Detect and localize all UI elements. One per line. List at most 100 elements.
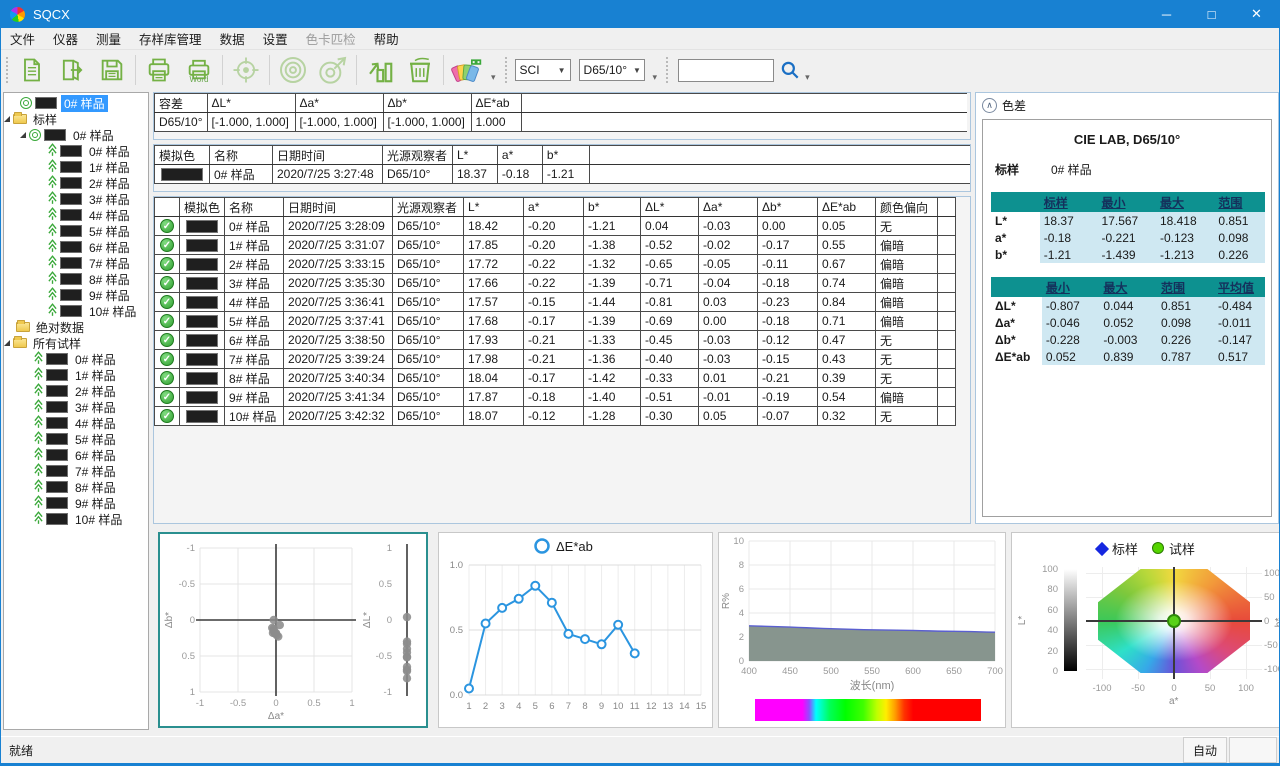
calibration-button[interactable] xyxy=(226,51,266,89)
tree-item[interactable]: 1# 样品 xyxy=(4,159,148,175)
chart-lab-gamut[interactable]: 标样试样100806040200L*100500-50-100-100-5005… xyxy=(1011,532,1280,728)
tree-item[interactable]: 8# 样品 xyxy=(4,271,148,287)
column-header[interactable]: b* xyxy=(584,198,641,217)
table-row[interactable]: ✓2# 样品2020/7/25 3:33:15D65/10°17.72-0.22… xyxy=(155,255,956,274)
table-row[interactable]: 模拟色名称日期时间光源观察者L*a*b* xyxy=(155,146,971,165)
table-row[interactable]: ✓6# 样品2020/7/25 3:38:50D65/10°17.93-0.21… xyxy=(155,331,956,350)
tree-item[interactable]: 5# 样品 xyxy=(4,431,148,447)
menu-item[interactable]: 测量 xyxy=(87,26,130,51)
save-button[interactable] xyxy=(92,51,132,89)
table-row[interactable]: 模拟色名称日期时间光源观察者L*a*b*ΔL*Δa*Δb*ΔE*ab颜色偏向 xyxy=(155,198,956,217)
table-row[interactable]: ✓8# 样品2020/7/25 3:40:34D65/10°18.04-0.17… xyxy=(155,369,956,388)
tree-item[interactable]: 0# 样品 xyxy=(4,143,148,159)
column-header[interactable]: Δa* xyxy=(699,198,758,217)
sample-value: -1.38 xyxy=(584,236,641,255)
tree-item[interactable]: 7# 样品 xyxy=(4,255,148,271)
tree-item[interactable]: 4# 样品 xyxy=(4,207,148,223)
chart-scatter-panel[interactable]: -11-0.50.5000.5-0.51-1Δa*Δb*10.50-0.5-1Δ… xyxy=(158,532,428,728)
tree-item[interactable]: 10# 样品 xyxy=(4,511,148,527)
tree-item[interactable]: 5# 样品 xyxy=(4,223,148,239)
tree-item[interactable]: 所有试样 xyxy=(4,335,148,351)
new-document-button[interactable] xyxy=(12,51,52,89)
tree-item[interactable]: 1# 样品 xyxy=(4,367,148,383)
sample-icon xyxy=(34,399,43,416)
auto-mode-button[interactable]: 自动 xyxy=(1183,737,1227,763)
tree-item[interactable]: 绝对数据 xyxy=(4,319,148,335)
delete-button[interactable] xyxy=(400,51,440,89)
tree-item[interactable]: 6# 样品 xyxy=(4,239,148,255)
illuminant-observer-select[interactable]: D65/10°▼ xyxy=(579,59,645,81)
tree-item[interactable]: 0# 样品 xyxy=(4,127,148,143)
tree-item[interactable]: 9# 样品 xyxy=(4,287,148,303)
tree-item[interactable]: 3# 样品 xyxy=(4,191,148,207)
toolbar-grip[interactable] xyxy=(4,55,9,85)
toolbar-overflow-icon[interactable]: ▾ xyxy=(805,72,810,83)
tree-item[interactable]: 0# 样品 xyxy=(4,95,148,111)
table-row[interactable]: 0# 样品2020/7/25 3:27:48D65/10°18.37-0.18-… xyxy=(155,165,971,184)
export-button[interactable] xyxy=(52,51,92,89)
column-header[interactable]: 颜色偏向 xyxy=(876,198,938,217)
menu-item[interactable]: 存样库管理 xyxy=(130,26,211,51)
column-header[interactable]: 光源观察者 xyxy=(393,198,464,217)
sample-value: 2020/7/25 3:38:50 xyxy=(284,331,393,350)
sci-sce-select[interactable]: SCI▼ xyxy=(515,59,571,81)
tree-item[interactable]: 6# 样品 xyxy=(4,447,148,463)
tree-item[interactable]: 2# 样品 xyxy=(4,383,148,399)
tree-item[interactable]: 8# 样品 xyxy=(4,479,148,495)
table-row[interactable]: ✓1# 样品2020/7/25 3:31:07D65/10°17.85-0.20… xyxy=(155,236,956,255)
tree-item[interactable]: 3# 样品 xyxy=(4,399,148,415)
search-input[interactable] xyxy=(678,59,774,82)
menu-item[interactable]: 仪器 xyxy=(44,26,87,51)
measure-standard-button[interactable] xyxy=(273,51,313,89)
table-row[interactable]: ✓3# 样品2020/7/25 3:35:30D65/10°17.66-0.22… xyxy=(155,274,956,293)
table-row[interactable]: D65/10°[-1.000, 1.000][-1.000, 1.000][-1… xyxy=(155,113,968,132)
table-row[interactable]: ✓9# 样品2020/7/25 3:41:34D65/10°17.87-0.18… xyxy=(155,388,956,407)
tree-item[interactable]: 标样 xyxy=(4,111,148,127)
table-row[interactable]: ✓10# 样品2020/7/25 3:42:32D65/10°18.07-0.1… xyxy=(155,407,956,426)
chart-deltaE-panel[interactable]: 1234567891011121314150.00.51.0ΔE*ab xyxy=(438,532,713,728)
tree-item[interactable]: 7# 样品 xyxy=(4,463,148,479)
standard-diamond-icon xyxy=(1095,542,1109,556)
color-card-button[interactable] xyxy=(447,51,487,89)
minimize-button[interactable]: ─ xyxy=(1144,0,1189,28)
collapse-panel-icon[interactable]: ∧ xyxy=(982,98,997,113)
column-header[interactable]: Δb* xyxy=(758,198,818,217)
column-header[interactable]: 模拟色 xyxy=(180,198,225,217)
print-button[interactable] xyxy=(139,51,179,89)
toolbar-grip[interactable] xyxy=(664,55,669,85)
table-row[interactable]: ✓5# 样品2020/7/25 3:37:41D65/10°17.68-0.17… xyxy=(155,312,956,331)
menu-item[interactable]: 数据 xyxy=(211,26,254,51)
menu-item[interactable]: 设置 xyxy=(254,26,297,51)
statistics-button[interactable] xyxy=(360,51,400,89)
swatch-cell xyxy=(180,369,225,388)
tree-item[interactable]: 2# 样品 xyxy=(4,175,148,191)
table-row[interactable]: ✓0# 样品2020/7/25 3:28:09D65/10°18.42-0.20… xyxy=(155,217,956,236)
table-row[interactable]: ✓7# 样品2020/7/25 3:39:24D65/10°17.98-0.21… xyxy=(155,350,956,369)
column-header[interactable]: ΔE*ab xyxy=(818,198,876,217)
tree-item[interactable]: 0# 样品 xyxy=(4,351,148,367)
column-header[interactable]: 名称 xyxy=(225,198,284,217)
search-icon[interactable] xyxy=(779,59,801,81)
toolbar-overflow-icon[interactable]: ▾ xyxy=(653,72,658,83)
menu-item[interactable]: 文件 xyxy=(1,26,44,51)
export-word-button[interactable]: Word xyxy=(179,51,219,89)
tree-item[interactable]: 4# 样品 xyxy=(4,415,148,431)
chart-reflectance-panel[interactable]: 0246810400450500550600650700波长(nm)R% xyxy=(718,532,1006,728)
toolbar-overflow-icon[interactable]: ▾ xyxy=(491,72,496,83)
standard-value: 18.37 xyxy=(452,165,497,184)
table-row[interactable]: 容差ΔL*Δa*Δb*ΔE*ab xyxy=(155,94,968,113)
maximize-button[interactable]: □ xyxy=(1189,0,1234,28)
column-header[interactable]: L* xyxy=(464,198,524,217)
column-header[interactable]: ΔL* xyxy=(641,198,699,217)
tree-item[interactable]: 10# 样品 xyxy=(4,303,148,319)
toolbar-grip[interactable] xyxy=(503,55,508,85)
table-row[interactable]: ✓4# 样品2020/7/25 3:36:41D65/10°17.57-0.15… xyxy=(155,293,956,312)
column-header[interactable]: 日期时间 xyxy=(284,198,393,217)
svg-text:0: 0 xyxy=(190,615,195,626)
tree-item[interactable]: 9# 样品 xyxy=(4,495,148,511)
column-header[interactable]: a* xyxy=(524,198,584,217)
column-header[interactable] xyxy=(155,198,180,217)
menu-item[interactable]: 帮助 xyxy=(365,26,408,51)
measure-sample-button[interactable] xyxy=(313,51,353,89)
close-button[interactable]: ✕ xyxy=(1234,0,1279,28)
